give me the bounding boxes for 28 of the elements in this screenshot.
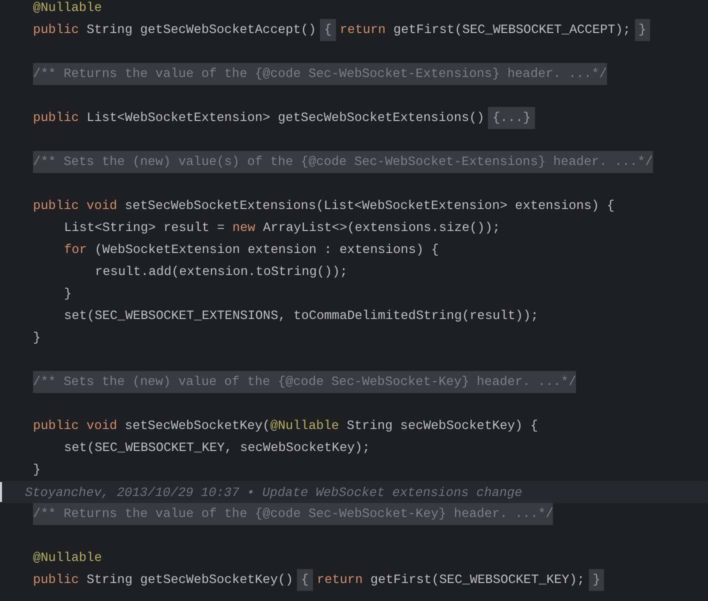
folded-comment[interactable]: /** Returns the value of the {@code Sec-WebSocket-Key} header. ...*/ — [33, 503, 554, 525]
code-text: @Nullable — [33, 0, 102, 17]
folded-comment[interactable]: /** Returns the value of the {@code Sec-WebSocket-Extensions} header. ...*/ — [33, 63, 607, 85]
caret-marker — [0, 482, 2, 502]
folded-code[interactable]: } — [588, 569, 604, 591]
code-text: for (WebSocketExtension extension : extensions) { — [64, 241, 439, 259]
code-text: set(SEC_WEBSOCKET_KEY, secWebSocketKey); — [64, 439, 370, 457]
code-text: } — [33, 329, 41, 347]
code-text: return getFirst(SEC_WEBSOCKET_ACCEPT); — [340, 21, 631, 39]
folded-code[interactable]: { — [297, 569, 313, 591]
code-text: public String getSecWebSocketAccept() — [33, 21, 316, 39]
folded-comment[interactable]: /** Sets the (new) value of the {@code Sec-WebSocket-Key} header. ...*/ — [33, 371, 576, 393]
folded-comment[interactable]: /** Sets the (new) value(s) of the {@code Sec-WebSocket-Extensions} header. ...*/ — [33, 151, 653, 173]
folded-code[interactable]: { — [320, 19, 336, 41]
code-text: @Nullable — [33, 549, 102, 567]
code-text: public String getSecWebSocketKey() — [33, 571, 294, 589]
code-text: } — [33, 461, 41, 479]
code-text: public void setSecWebSocketExtensions(List<WebSocketExtension> extensions) { — [33, 197, 615, 215]
folded-code[interactable]: {...} — [488, 107, 535, 129]
folded-code[interactable]: } — [634, 19, 650, 41]
code-text: set(SEC_WEBSOCKET_EXTENSIONS, toCommaDelimitedString(result)); — [64, 307, 538, 325]
code-text: result.add(extension.toString()); — [95, 263, 348, 281]
code-text: List<String> result = new ArrayList<>(extensions.size()); — [64, 219, 500, 237]
code-text: return getFirst(SEC_WEBSOCKET_KEY); — [316, 571, 585, 589]
code-text: } — [64, 285, 72, 303]
code-text: public void setSecWebSocketKey(@Nullable String secWebSocketKey) { — [33, 417, 538, 435]
blame-text: Stoyanchev, 2013/10/29 10:37 • Update WebSocket extensions change — [25, 484, 522, 500]
code-text: public List<WebSocketExtension> getSecWebSocketExtensions() — [33, 109, 484, 127]
